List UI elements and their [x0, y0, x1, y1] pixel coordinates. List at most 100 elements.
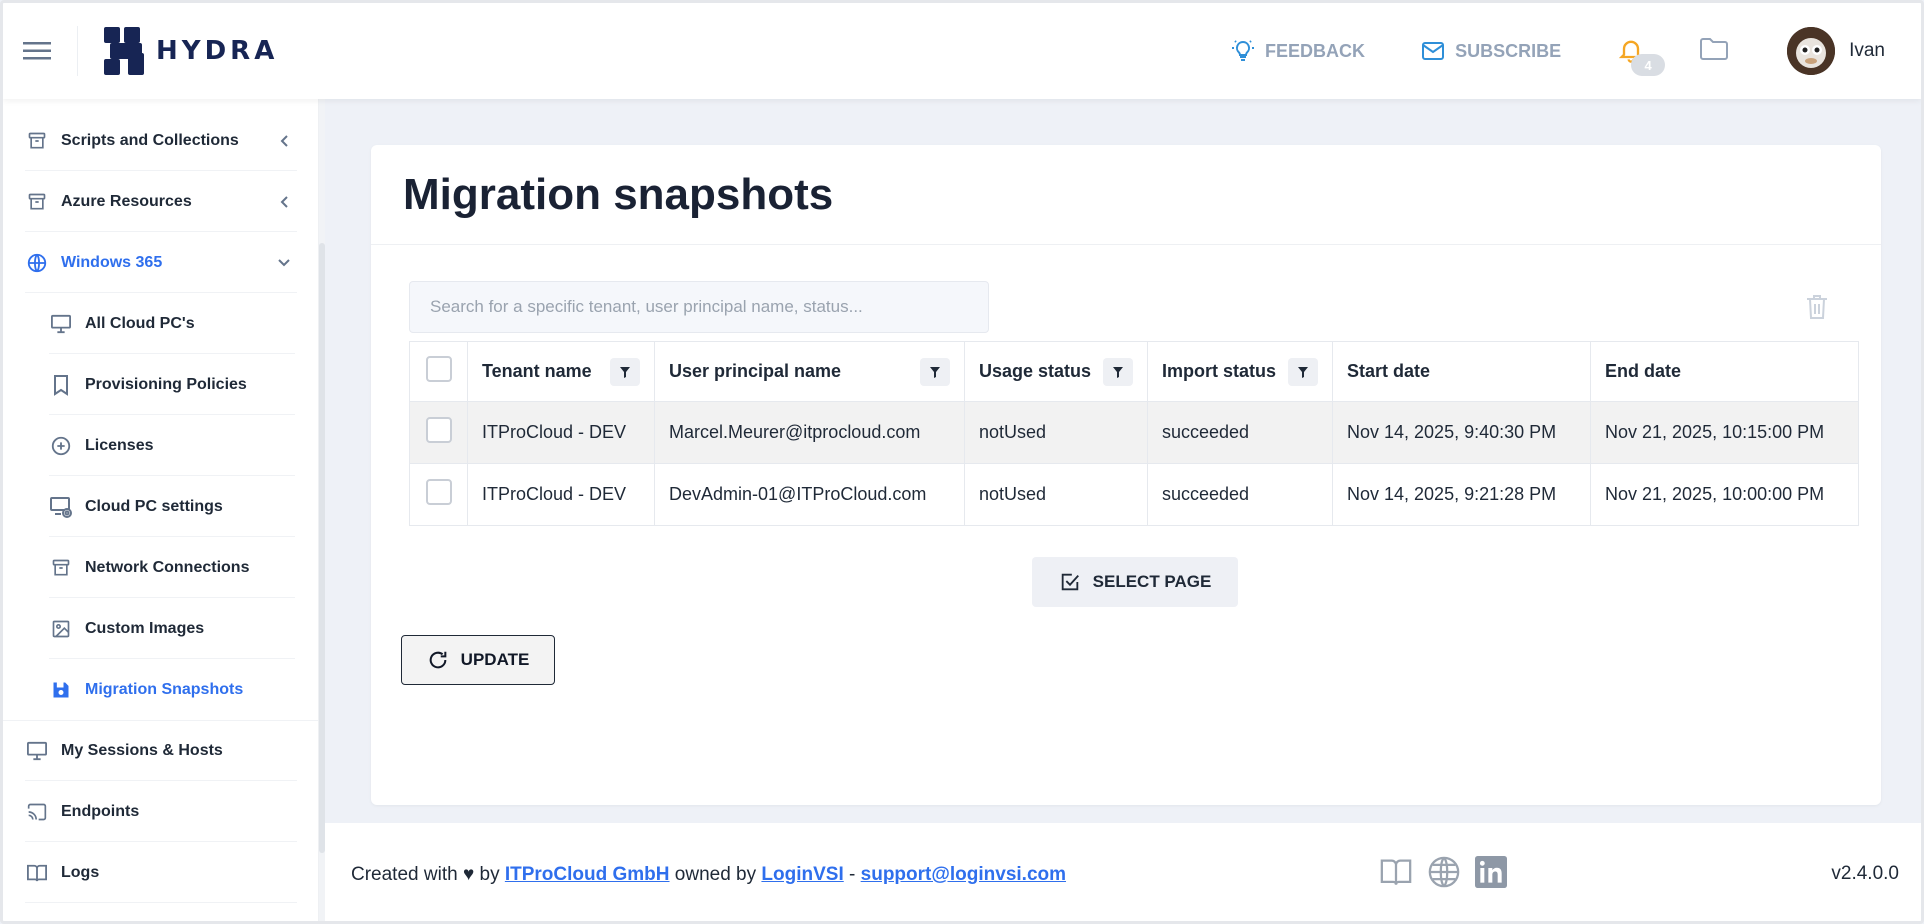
column-header-label: Start date	[1347, 361, 1431, 381]
filter-icon	[620, 366, 630, 378]
row-select-cell	[409, 463, 468, 526]
sidebar-item-network-connections[interactable]: Network Connections	[49, 538, 295, 598]
column-header-label: User principal name	[669, 361, 842, 381]
column-header-tenant[interactable]: Tenant name	[467, 341, 655, 402]
content-card: Migration snapshots Tenant name User pri…	[371, 145, 1881, 805]
feedback-button[interactable]: FEEDBACK	[1231, 39, 1365, 63]
sidebar-item-label: Licenses	[85, 436, 154, 454]
folder-icon	[1700, 37, 1729, 60]
avatar	[1787, 27, 1836, 75]
sidebar-item-licenses[interactable]: Licenses	[49, 416, 295, 476]
column-header-label: Usage status	[979, 361, 1092, 381]
filter-button[interactable]	[1103, 357, 1133, 386]
chevron-left-icon	[279, 134, 291, 148]
bookmark-icon	[49, 373, 73, 397]
row-checkbox[interactable]	[425, 479, 452, 505]
sidebar-item-label: Endpoints	[61, 802, 140, 820]
column-header-end-date[interactable]: End date	[1590, 341, 1859, 402]
save-icon	[49, 678, 73, 702]
cell-upn: DevAdmin-01@ITProCloud.com	[654, 463, 965, 526]
sidebar-item-label: Logs	[61, 863, 100, 881]
cell-upn: Marcel.Meurer@itprocloud.com	[654, 401, 965, 464]
plus-circle-icon	[49, 434, 73, 458]
cell-usage-status: notUsed	[964, 463, 1148, 526]
subscribe-label: SUBSCRIBE	[1455, 40, 1562, 61]
footer-dash: -	[843, 864, 861, 885]
delete-button[interactable]	[1805, 293, 1829, 326]
cell-end-date: Nov 21, 2025, 10:15:00 PM	[1590, 401, 1859, 464]
monitor-settings-icon	[49, 495, 73, 519]
sidebar-item-label: Network Connections	[85, 558, 250, 576]
sidebar-item-azure-resources[interactable]: Azure Resources	[25, 172, 297, 232]
cell-usage-status: notUsed	[964, 401, 1148, 464]
owner-link[interactable]: LoginVSI	[761, 864, 843, 886]
sidebar: Scripts and Collections Azure Resources …	[3, 99, 319, 921]
notifications-button[interactable]: 4	[1617, 36, 1666, 76]
user-menu[interactable]: Ivan	[1787, 27, 1885, 75]
sidebar-item-label: My Sessions & Hosts	[61, 741, 223, 759]
cell-import-status: succeeded	[1147, 463, 1333, 526]
chevron-left-icon	[279, 195, 291, 209]
folder-button[interactable]	[1699, 36, 1729, 67]
book-icon	[25, 861, 49, 885]
table-row[interactable]: ITProCloud - DEV Marcel.Meurer@itproclou…	[409, 401, 1859, 464]
notification-badge: 4	[1631, 54, 1666, 76]
select-all-checkbox[interactable]	[425, 356, 452, 382]
monitor-icon	[49, 312, 73, 336]
lightbulb-icon	[1232, 40, 1255, 61]
row-select-cell	[409, 401, 468, 464]
chevron-down-icon	[277, 257, 291, 269]
search-input[interactable]	[409, 281, 989, 333]
update-label: UPDATE	[460, 650, 530, 669]
sidebar-item-logs[interactable]: Logs	[25, 843, 297, 903]
linkedin-icon	[1475, 856, 1507, 888]
footer: Created with ♥ by ITProCloud GmbH owned …	[325, 823, 1921, 921]
cell-tenant: ITProCloud - DEV	[467, 401, 655, 464]
filter-icon	[1298, 366, 1308, 378]
archive-icon	[49, 556, 73, 580]
snapshots-table: Tenant name User principal name Usage st…	[409, 341, 1859, 526]
hydra-logo-icon	[104, 27, 144, 75]
sidebar-item-scripts-and-collections[interactable]: Scripts and Collections	[25, 111, 297, 171]
sidebar-item-provisioning-policies[interactable]: Provisioning Policies	[49, 355, 295, 415]
sidebar-item-migration-snapshots[interactable]: Migration Snapshots	[49, 660, 295, 720]
cell-tenant: ITProCloud - DEV	[467, 463, 655, 526]
app-window: HYDRA FEEDBACK SUBSCRIBE 4 Ivan Scripts …	[0, 0, 1924, 924]
monitor-icon	[25, 739, 49, 763]
sidebar-scrollbar-thumb[interactable]	[319, 243, 325, 853]
row-checkbox[interactable]	[425, 417, 452, 443]
archive-icon	[25, 190, 49, 214]
sidebar-item-all-cloud-pcs[interactable]: All Cloud PC's	[49, 294, 295, 354]
filter-button[interactable]	[920, 357, 950, 386]
menu-icon[interactable]	[17, 31, 57, 71]
header-divider	[77, 26, 78, 76]
sidebar-item-windows-365[interactable]: Windows 365	[25, 233, 297, 293]
linkedin-link[interactable]	[1475, 856, 1507, 894]
update-button[interactable]: UPDATE	[401, 635, 555, 685]
docs-link[interactable]	[1379, 855, 1413, 895]
sidebar-item-label: Cloud PC settings	[85, 497, 223, 515]
sidebar-item-label: Provisioning Policies	[85, 375, 247, 393]
column-header-start-date[interactable]: Start date	[1332, 341, 1591, 402]
image-icon	[49, 617, 73, 641]
hydra-logo[interactable]: HYDRA	[102, 25, 278, 77]
column-header-import-status[interactable]: Import status	[1147, 341, 1333, 402]
feedback-label: FEEDBACK	[1265, 40, 1366, 61]
table-row[interactable]: ITProCloud - DEV DevAdmin-01@ITProCloud.…	[409, 463, 1859, 526]
user-name: Ivan	[1849, 40, 1885, 61]
select-page-button[interactable]: SELECT PAGE	[1032, 557, 1238, 607]
sidebar-item-my-sessions-and-hosts[interactable]: My Sessions & Hosts	[25, 721, 297, 781]
website-link[interactable]	[1427, 855, 1461, 895]
sidebar-item-custom-images[interactable]: Custom Images	[49, 599, 295, 659]
sidebar-item-cloud-pc-settings[interactable]: Cloud PC settings	[49, 477, 295, 537]
column-header-upn[interactable]: User principal name	[654, 341, 965, 402]
page-title: Migration snapshots	[403, 169, 834, 219]
sidebar-item-endpoints[interactable]: Endpoints	[25, 782, 297, 842]
sidebar-item-label: All Cloud PC's	[85, 314, 195, 332]
filter-button[interactable]	[1288, 357, 1318, 386]
support-email-link[interactable]: support@loginvsi.com	[861, 864, 1066, 886]
filter-button[interactable]	[610, 357, 640, 386]
company-link[interactable]: ITProCloud GmbH	[505, 864, 670, 886]
column-header-usage-status[interactable]: Usage status	[964, 341, 1148, 402]
subscribe-button[interactable]: SUBSCRIBE	[1421, 40, 1561, 62]
